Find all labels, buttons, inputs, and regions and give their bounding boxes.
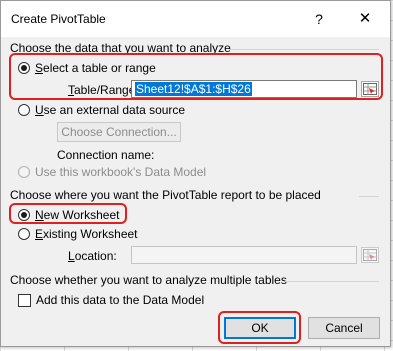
new-worksheet-label[interactable]: New Worksheet	[35, 208, 119, 222]
table-range-value: Sheet12!$A$1:$H$26	[135, 82, 252, 96]
create-pivottable-dialog: Create PivotTable ? ✕ Choose the data th…	[0, 0, 391, 347]
multi-table-section-divider	[285, 281, 379, 282]
data-section-divider	[229, 49, 379, 50]
help-icon[interactable]: ?	[306, 7, 332, 31]
dialog-title: Create PivotTable	[11, 12, 106, 26]
title-bar: Create PivotTable ? ✕	[1, 1, 390, 37]
data-model-radio[interactable]	[18, 166, 30, 178]
cancel-button[interactable]: Cancel	[308, 317, 380, 339]
choose-connection-button[interactable]: Choose Connection...	[57, 122, 181, 142]
add-data-model-label[interactable]: Add this data to the Data Model	[36, 293, 204, 307]
add-data-model-checkbox[interactable]	[18, 294, 31, 307]
location-label: Location:	[68, 249, 117, 263]
multi-table-section-heading: Choose whether you want to analyze multi…	[10, 273, 287, 287]
ok-button[interactable]: OK	[224, 317, 296, 339]
new-worksheet-radio[interactable]	[18, 209, 30, 221]
table-range-label: Table/Range:	[68, 83, 139, 97]
range-select-icon	[363, 83, 377, 95]
close-icon[interactable]: ✕	[350, 7, 380, 31]
connection-name-label: Connection name:	[57, 148, 155, 162]
external-source-label[interactable]: Use an external data source	[35, 103, 185, 117]
existing-worksheet-radio[interactable]	[18, 228, 30, 240]
data-section-heading: Choose the data that you want to analyze	[10, 41, 231, 55]
select-table-label[interactable]: Select a table or range	[35, 61, 156, 75]
data-model-label[interactable]: Use this workbook's Data Model	[35, 165, 206, 179]
select-table-radio[interactable]	[18, 62, 30, 74]
location-input[interactable]	[131, 246, 357, 264]
range-select-icon	[363, 249, 377, 261]
table-range-input[interactable]: Sheet12!$A$1:$H$26	[131, 80, 357, 98]
location-collapse-button[interactable]	[361, 247, 379, 263]
existing-worksheet-label[interactable]: Existing Worksheet	[35, 227, 138, 241]
placement-section-heading: Choose where you want the PivotTable rep…	[10, 188, 321, 202]
external-source-radio[interactable]	[18, 104, 30, 116]
placement-section-divider	[359, 196, 379, 197]
table-range-collapse-button[interactable]	[361, 81, 379, 97]
